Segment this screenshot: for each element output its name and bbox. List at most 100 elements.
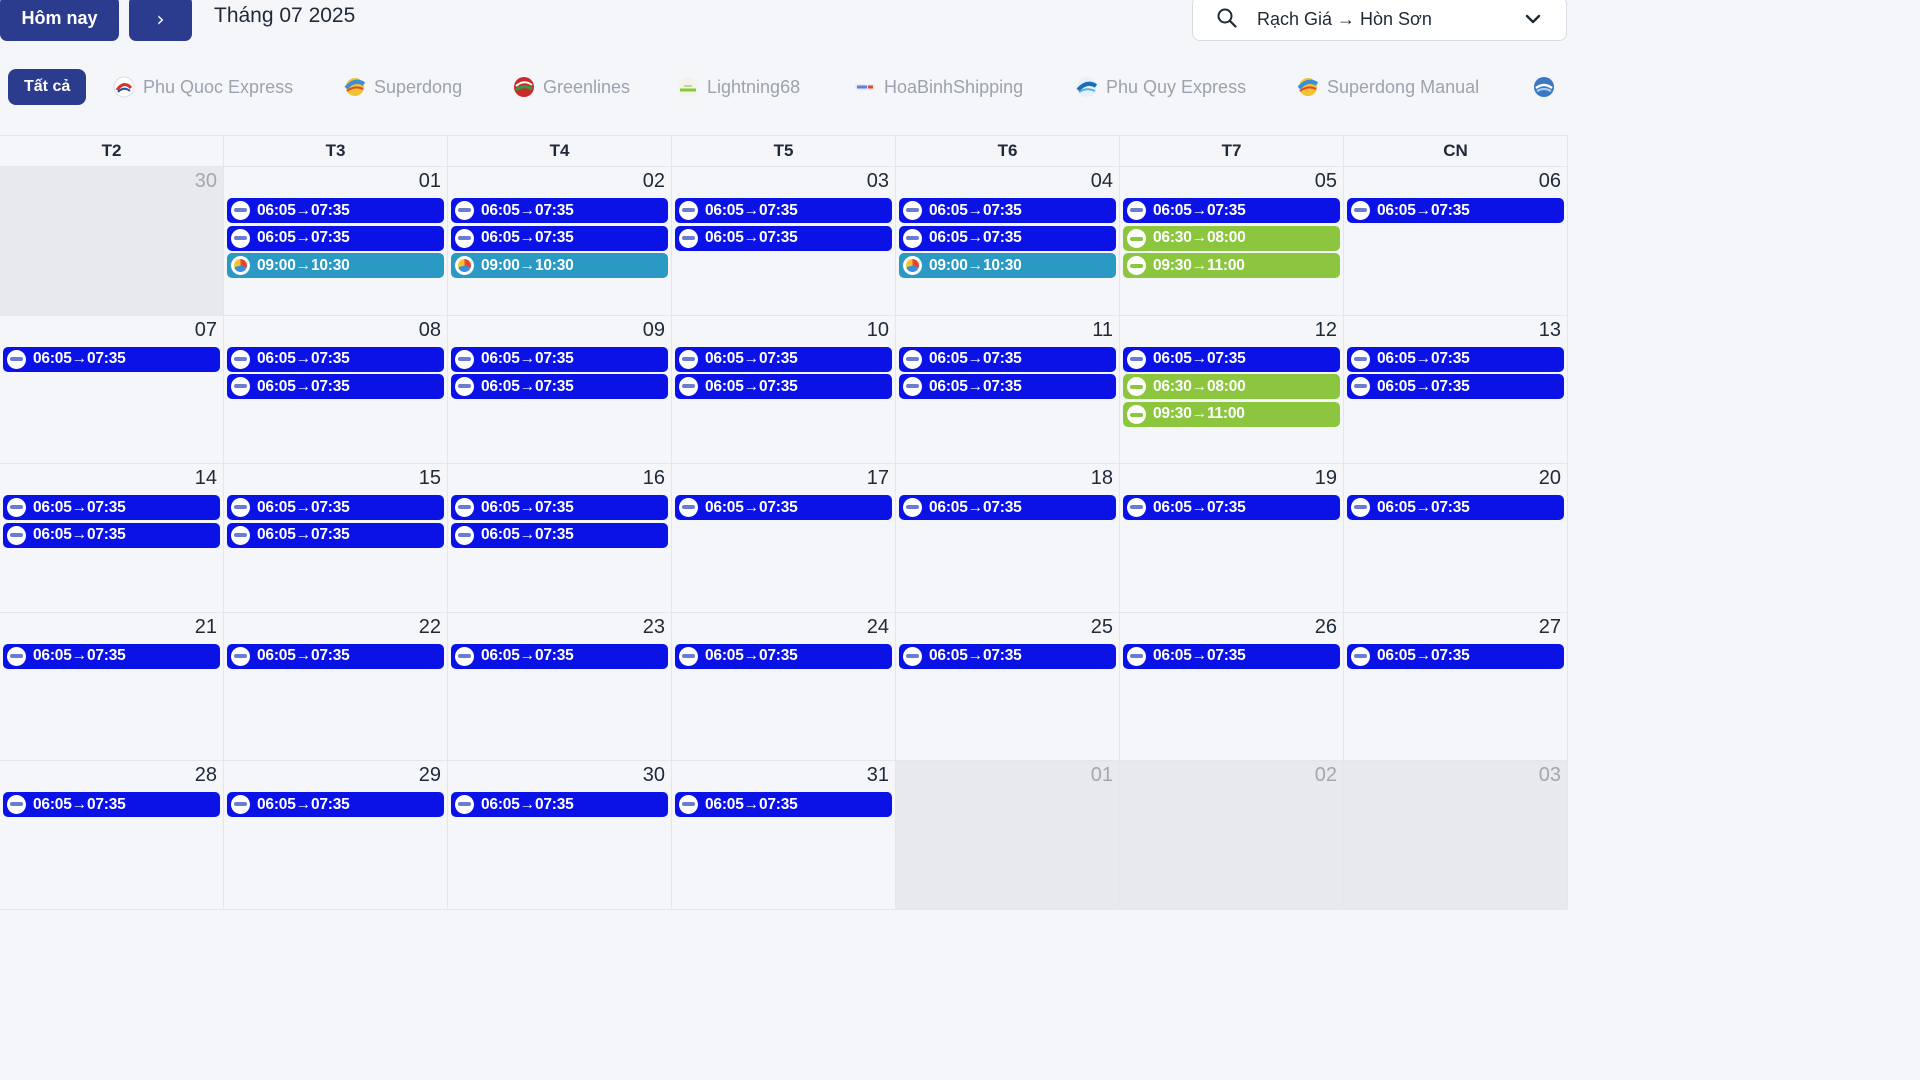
tab-superdong-manual[interactable]: Superdong Manual [1297,69,1479,105]
day-cell[interactable]: 15 06:05→07:35 06:05→07:35 [224,464,448,612]
day-cell[interactable]: 19 06:05→07:35 [1120,464,1344,612]
day-cell[interactable]: 02 [1120,761,1344,909]
day-cell[interactable]: 28 06:05→07:35 [0,761,224,909]
day-cell[interactable]: 22 06:05→07:35 [224,612,448,761]
ferry-event[interactable]: 06:30→08:00 [1123,225,1340,251]
chevron-down-icon[interactable] [1524,10,1542,33]
day-cell[interactable]: 08 06:05→07:35 06:05→07:35 [224,315,448,464]
ferry-event[interactable]: 06:05→07:35 [1123,495,1340,521]
ferry-event[interactable]: 06:05→07:35 [1123,643,1340,669]
ferry-event[interactable]: 06:05→07:35 [451,225,668,251]
tab-phu-quy-express[interactable]: Phu Quy Express [1076,69,1246,105]
tab-more-operator[interactable] [1533,69,1563,105]
day-cell[interactable]: 14 06:05→07:35 06:05→07:35 [0,464,224,612]
ferry-event[interactable]: 06:05→07:35 [227,374,444,400]
ferry-event[interactable]: 06:05→07:35 [1347,374,1564,400]
ferry-event[interactable]: 06:05→07:35 [675,643,892,669]
day-cell[interactable]: 17 06:05→07:35 [672,464,896,612]
ferry-event[interactable]: 09:30→11:00 [1123,253,1340,279]
ferry-event[interactable]: 06:05→07:35 [1347,198,1564,223]
tab-hoabinhshipping[interactable]: HoaBinhShipping [854,69,1023,105]
day-cell[interactable]: 30 06:05→07:35 [448,761,672,909]
tab-all[interactable]: Tất cả [8,69,87,105]
ferry-event[interactable]: 06:05→07:35 [227,198,444,223]
ferry-event[interactable]: 06:05→07:35 [1347,495,1564,521]
ferry-event[interactable]: 06:05→07:35 [3,346,220,372]
day-number: 02 [1314,764,1337,787]
day-cell[interactable]: 16 06:05→07:35 06:05→07:35 [448,464,672,612]
ferry-event[interactable]: 06:05→07:35 [3,643,220,669]
day-cell[interactable]: 23 06:05→07:35 [448,612,672,761]
ferry-event[interactable]: 06:05→07:35 [3,792,220,818]
day-cell[interactable]: 01 06:05→07:35 06:05→07:35 09:00→10:30 [224,167,448,315]
day-cell[interactable]: 20 06:05→07:35 [1344,464,1568,612]
ferry-event[interactable]: 06:05→07:35 [227,522,444,548]
ferry-event[interactable]: 06:05→07:35 [675,495,892,521]
day-cell[interactable]: 07 06:05→07:35 [0,315,224,464]
day-cell[interactable]: 04 06:05→07:35 06:05→07:35 09:00→10:30 [896,167,1120,315]
ferry-event[interactable]: 06:05→07:35 [1347,346,1564,372]
ferry-event[interactable]: 06:05→07:35 [675,198,892,223]
ferry-event[interactable]: 06:05→07:35 [1347,643,1564,669]
ferry-event[interactable]: 06:05→07:35 [451,346,668,372]
ferry-event[interactable]: 06:05→07:35 [899,495,1116,521]
day-cell[interactable]: 06 06:05→07:35 [1344,167,1568,315]
ferry-event[interactable]: 06:05→07:35 [899,198,1116,223]
ferry-event[interactable]: 06:05→07:35 [675,346,892,372]
ferry-event[interactable]: 06:05→07:35 [3,522,220,548]
ferry-event[interactable]: 06:05→07:35 [227,643,444,669]
ferry-event[interactable]: 06:05→07:35 [451,198,668,223]
ferry-event[interactable]: 06:05→07:35 [1123,346,1340,372]
ferry-event[interactable]: 06:05→07:35 [3,495,220,521]
ferry-event[interactable]: 06:05→07:35 [227,792,444,818]
operator-logo-icon [1127,498,1146,518]
today-button[interactable]: Hôm nay [0,0,119,41]
ferry-event[interactable]: 09:00→10:30 [451,253,668,279]
ferry-event[interactable]: 06:05→07:35 [451,495,668,521]
day-cell[interactable]: 24 06:05→07:35 [672,612,896,761]
day-cell[interactable]: 25 06:05→07:35 [896,612,1120,761]
tab-phu-quoc-express[interactable]: Phu Quoc Express [113,69,293,105]
ferry-event[interactable]: 06:05→07:35 [451,643,668,669]
day-cell[interactable]: 11 06:05→07:35 06:05→07:35 [896,315,1120,464]
day-cell[interactable]: 26 06:05→07:35 [1120,612,1344,761]
day-cell[interactable]: 03 06:05→07:35 06:05→07:35 [672,167,896,315]
ferry-event[interactable]: 06:05→07:35 [1123,198,1340,223]
day-cell[interactable]: 03 [1344,761,1568,909]
tab-superdong[interactable]: Superdong [344,69,462,105]
day-cell[interactable]: 27 06:05→07:35 [1344,612,1568,761]
ferry-event[interactable]: 06:05→07:35 [899,643,1116,669]
ferry-event[interactable]: 06:05→07:35 [675,374,892,400]
day-cell[interactable]: 21 06:05→07:35 [0,612,224,761]
ferry-event[interactable]: 06:05→07:35 [451,374,668,400]
day-cell[interactable]: 09 06:05→07:35 06:05→07:35 [448,315,672,464]
day-cell[interactable]: 02 06:05→07:35 06:05→07:35 09:00→10:30 [448,167,672,315]
ferry-event[interactable]: 06:05→07:35 [899,374,1116,400]
day-cell[interactable]: 29 06:05→07:35 [224,761,448,909]
tab-greenlines[interactable]: Greenlines [513,69,630,105]
day-cell[interactable]: 12 06:05→07:35 06:30→08:00 09:30→11:00 [1120,315,1344,464]
ferry-event[interactable]: 06:05→07:35 [451,792,668,818]
tab-lightning68[interactable]: Lightning68 [677,69,800,105]
ferry-event[interactable]: 06:05→07:35 [675,792,892,818]
ferry-event[interactable]: 06:05→07:35 [451,522,668,548]
day-cell[interactable]: 31 06:05→07:35 [672,761,896,909]
ferry-event[interactable]: 09:30→11:00 [1123,401,1340,427]
day-cell[interactable]: 05 06:05→07:35 06:30→08:00 09:30→11:00 [1120,167,1344,315]
ferry-event[interactable]: 06:30→08:00 [1123,374,1340,400]
next-month-button[interactable]: › [129,0,192,41]
ferry-event[interactable]: 06:05→07:35 [899,346,1116,372]
day-cell[interactable]: 13 06:05→07:35 06:05→07:35 [1344,315,1568,464]
ferry-event[interactable]: 06:05→07:35 [227,495,444,521]
day-cell[interactable]: 18 06:05→07:35 [896,464,1120,612]
ferry-event[interactable]: 09:00→10:30 [899,253,1116,279]
ferry-event[interactable]: 06:05→07:35 [227,225,444,251]
day-cell[interactable]: 30 [0,167,224,315]
ferry-event[interactable]: 06:05→07:35 [899,225,1116,251]
ferry-event[interactable]: 06:05→07:35 [227,346,444,372]
day-cell[interactable]: 01 [896,761,1120,909]
ferry-event[interactable]: 09:00→10:30 [227,253,444,279]
day-cell[interactable]: 10 06:05→07:35 06:05→07:35 [672,315,896,464]
route-select[interactable]: Rạch Giá → Hòn Sơn [1192,0,1567,41]
ferry-event[interactable]: 06:05→07:35 [675,225,892,251]
